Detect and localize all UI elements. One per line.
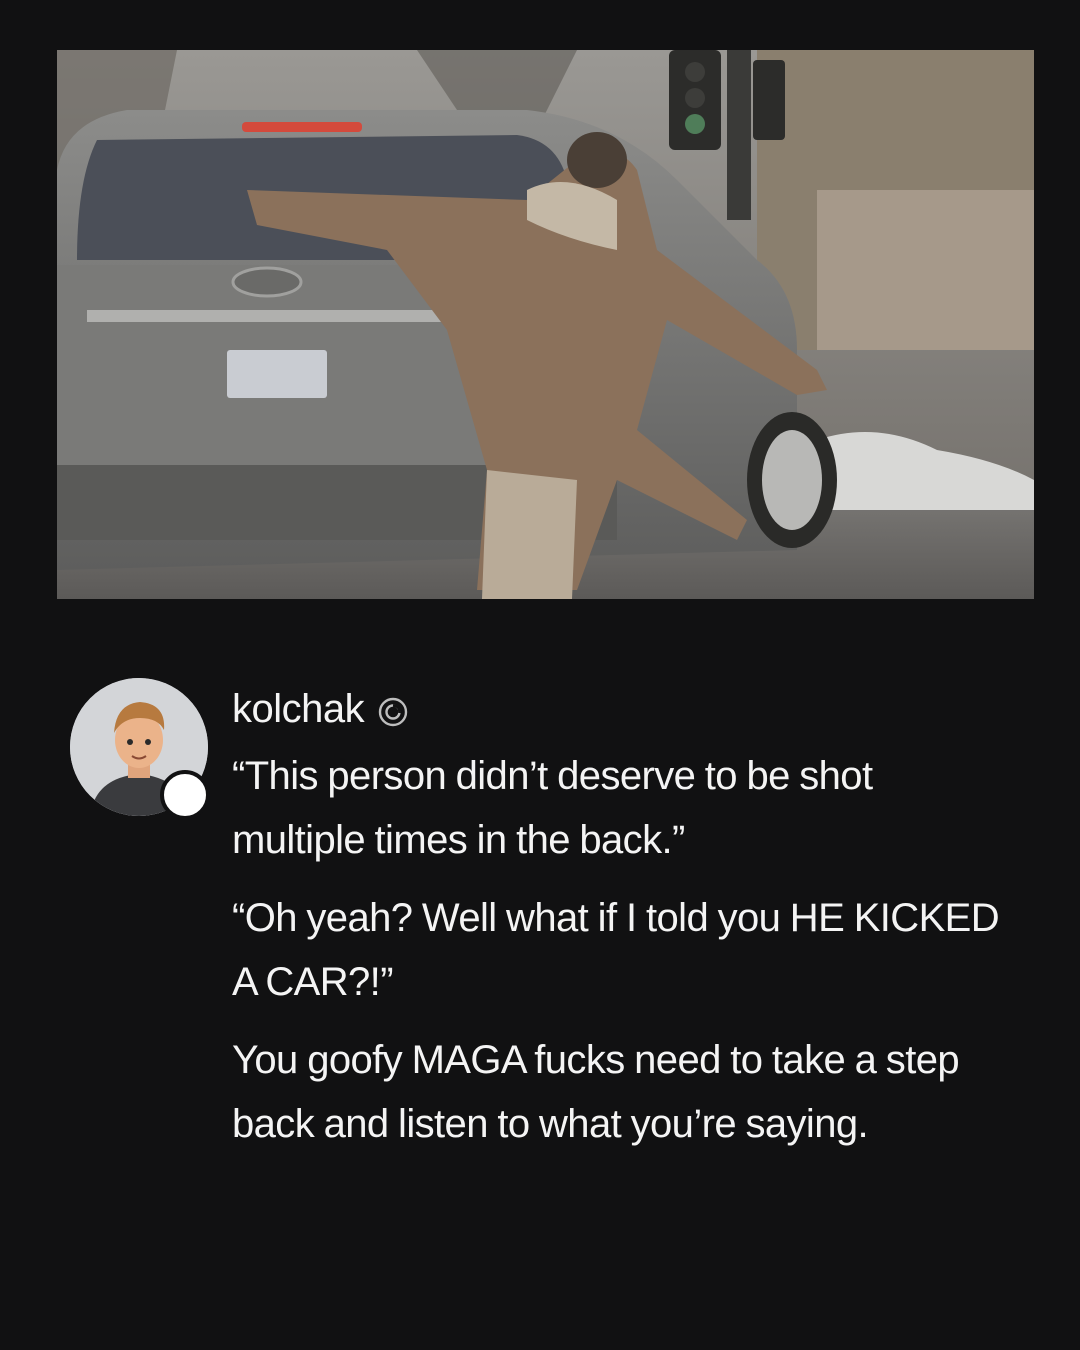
post-header: kolchak [232,680,1002,738]
username[interactable]: kolchak [232,687,365,732]
street-scene-image [57,50,1034,599]
post-photo[interactable] [57,50,1034,599]
post-paragraph-1: “This person didn’t deserve to be shot m… [232,754,873,862]
threads-icon [376,695,410,729]
avatar-container[interactable] [70,678,210,820]
post-paragraph-2: “Oh yeah? Well what if I told you HE KIC… [232,896,1000,1004]
post-paragraph-3: You goofy MAGA fucks need to take a step… [232,1038,960,1146]
add-follow-badge[interactable] [160,770,210,820]
post-content: kolchak “This person didn’t deserve to b… [232,678,1002,1170]
post-card: kolchak “This person didn’t deserve to b… [0,0,1080,1350]
